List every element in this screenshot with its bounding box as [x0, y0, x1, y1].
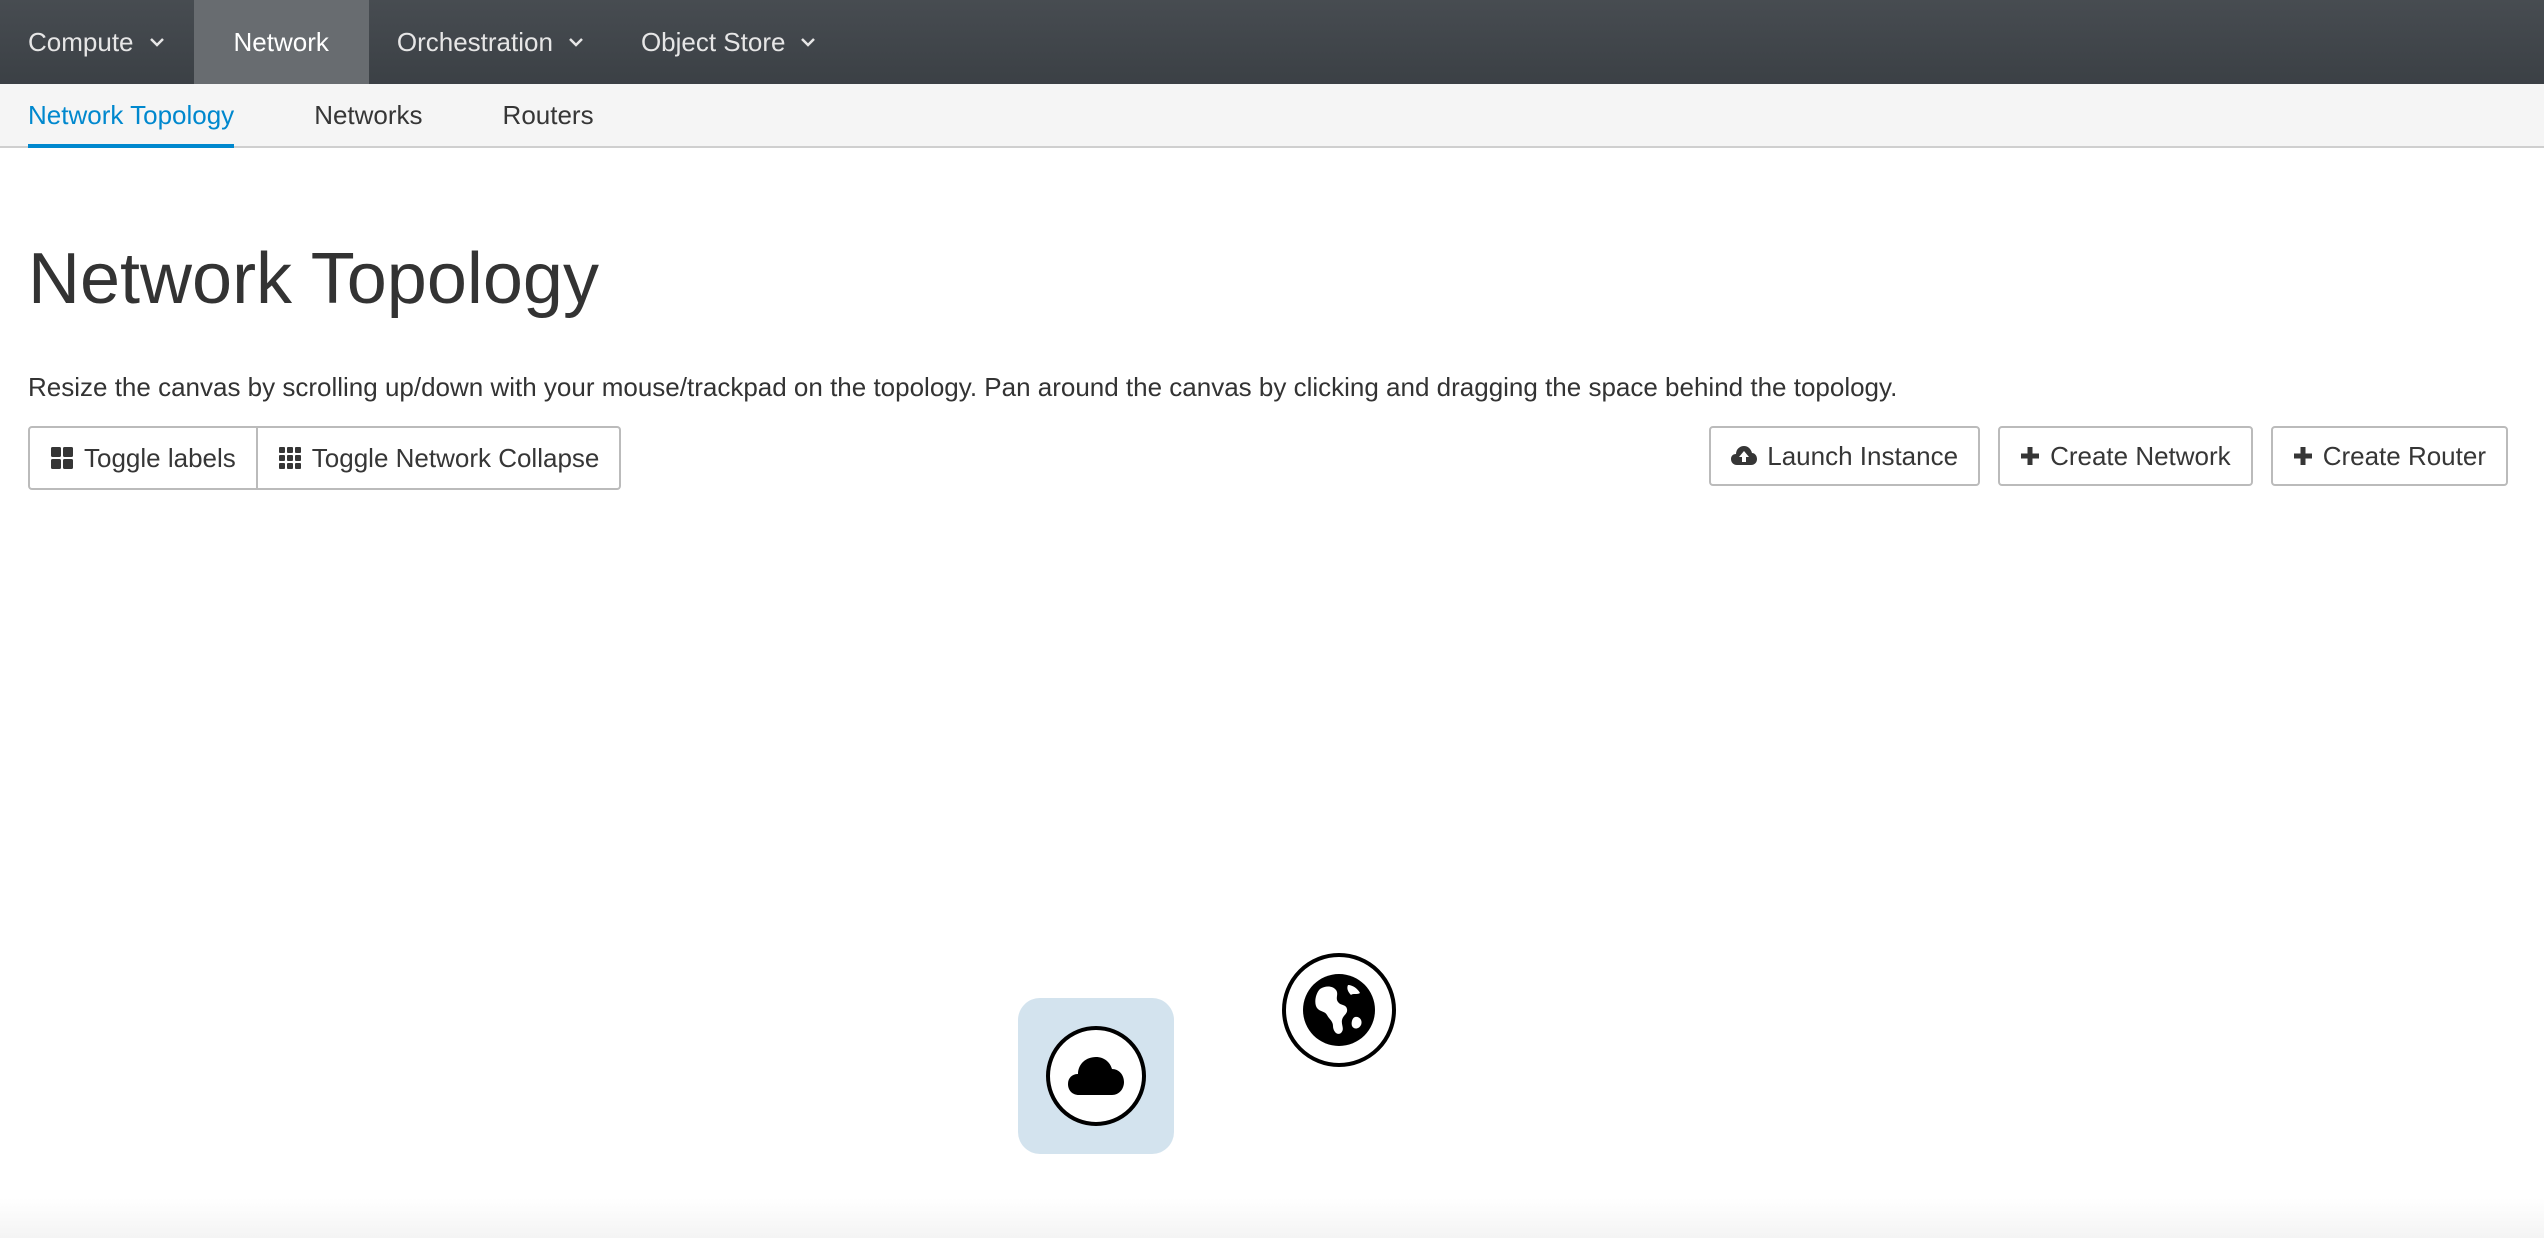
create-network-button[interactable]: Create Network	[1998, 426, 2253, 486]
plus-icon	[2293, 446, 2313, 466]
topnav-network[interactable]: Network	[193, 0, 369, 84]
toggle-labels-button[interactable]: Toggle labels	[28, 426, 258, 490]
toggle-network-collapse-button[interactable]: Toggle Network Collapse	[257, 426, 622, 490]
th-icon	[278, 446, 302, 470]
canvas-bottom-fade	[0, 1198, 2544, 1238]
toggle-network-collapse-label: Toggle Network Collapse	[311, 442, 600, 473]
launch-instance-button[interactable]: Launch Instance	[1709, 426, 1981, 486]
page-title: Network Topology	[28, 239, 599, 319]
topnav-object-store[interactable]: Object Store	[613, 0, 846, 84]
network-node[interactable]	[1046, 1026, 1146, 1126]
create-router-button[interactable]: Create Router	[2270, 426, 2508, 486]
topnav-compute-label: Compute	[28, 26, 134, 57]
top-navigation: Compute Network Orchestration Object Sto…	[0, 0, 2544, 84]
tab-routers[interactable]: Routers	[503, 84, 594, 146]
topnav-orchestration-label: Orchestration	[396, 26, 553, 57]
topnav-compute[interactable]: Compute	[0, 0, 194, 84]
external-network-node[interactable]	[1282, 953, 1396, 1067]
topnav-network-label: Network	[233, 26, 329, 57]
topology-actions: Launch Instance Create Network Create Ro…	[1709, 426, 2508, 486]
create-network-label: Create Network	[2050, 440, 2231, 471]
cloud-icon	[1067, 1055, 1125, 1097]
chevron-down-icon	[567, 33, 585, 51]
tab-network-topology[interactable]: Network Topology	[28, 84, 235, 148]
tab-networks[interactable]: Networks	[314, 84, 422, 146]
th-large-icon	[50, 446, 74, 470]
view-toggle-group: Toggle labels Toggle Network Collapse	[28, 426, 622, 490]
create-router-label: Create Router	[2322, 440, 2486, 471]
globe-icon	[1300, 971, 1378, 1049]
help-text: Resize the canvas by scrolling up/down w…	[28, 372, 1898, 402]
topnav-orchestration[interactable]: Orchestration	[369, 0, 613, 84]
plus-icon	[2020, 446, 2040, 466]
topnav-object-store-label: Object Store	[640, 26, 786, 57]
chevron-down-icon	[148, 33, 166, 51]
chevron-down-icon	[799, 33, 817, 51]
sub-navigation: Network Topology Networks Routers	[0, 84, 2544, 148]
topology-canvas[interactable]	[0, 520, 2544, 1238]
cloud-upload-icon	[1731, 445, 1758, 467]
launch-instance-label: Launch Instance	[1767, 440, 1959, 471]
toggle-labels-label: Toggle labels	[84, 442, 236, 473]
